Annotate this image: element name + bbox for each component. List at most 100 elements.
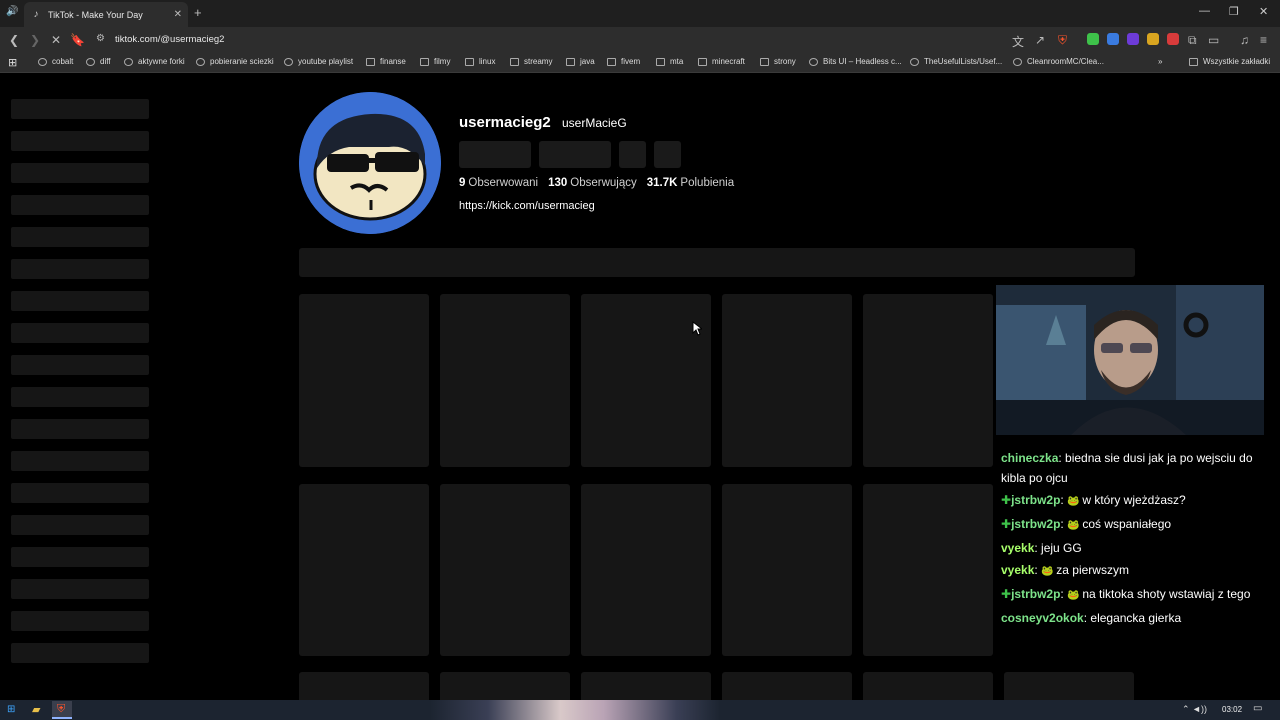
media-controls-icon[interactable]: ♫ [1240, 33, 1249, 47]
plus-icon[interactable]: + [194, 5, 202, 20]
chat-message: ✚jstrbw2p: 🐸 na tiktoka shoty wstawiaj z… [1001, 584, 1261, 606]
clock[interactable]: 03:02 [1222, 705, 1242, 714]
video-card-skeleton[interactable] [863, 294, 993, 467]
bookmark-label: Bits UI – Headless c... [823, 57, 902, 66]
bookmark-item[interactable]: cobalt [38, 57, 73, 66]
bookmark-item[interactable]: aktywne forki [124, 57, 185, 66]
likes-stat: 31.7K Polubienia [647, 177, 734, 189]
all-bookmarks[interactable]: Wszystkie zakładki [1189, 57, 1270, 66]
folder-icon [566, 57, 575, 66]
apps-icon[interactable]: ⊞ [8, 56, 17, 69]
bookmark-item[interactable]: linux [465, 57, 495, 66]
sidebar-icon[interactable]: ▭ [1208, 33, 1219, 47]
bookmark-item[interactable]: youtube playlist [284, 57, 353, 66]
folder-icon [465, 57, 474, 66]
bookmark-item[interactable]: minecraft [698, 57, 745, 66]
bookmark-item[interactable]: mta [656, 57, 683, 66]
folder-icon [656, 57, 665, 66]
mouse-cursor-icon [692, 321, 702, 336]
bookmark-item[interactable]: java [566, 57, 595, 66]
chat-username[interactable]: jstrbw2p [1011, 587, 1060, 601]
chat-message: cosneyv2okok: elegancka gierka [1001, 608, 1261, 628]
bookmark-label: fivem [621, 57, 641, 66]
extension-blue-icon[interactable] [1107, 33, 1119, 45]
extension-yellow-icon[interactable] [1147, 33, 1159, 45]
extension-green-icon[interactable] [1087, 33, 1099, 45]
video-card-skeleton[interactable] [863, 484, 993, 656]
browser-tab[interactable]: ♪ TikTok - Make Your Day ✕ [24, 2, 188, 27]
chat-username[interactable]: vyekk [1001, 541, 1034, 555]
chat-username[interactable]: cosneyv2okok [1001, 611, 1084, 625]
folder-icon [420, 57, 429, 66]
windows-start-icon[interactable]: ⊞ [7, 704, 15, 715]
followers-count: 130 [548, 177, 568, 189]
chat-message: vyekk: jeju GG [1001, 538, 1261, 558]
message-button-skeleton[interactable] [539, 141, 611, 168]
more-bookmarks-icon[interactable]: » [1158, 57, 1162, 66]
translate-icon[interactable]: 文 [1012, 33, 1024, 50]
bookmark-item[interactable]: TheUsefulLists/Usef... [910, 57, 1002, 66]
bookmark-item[interactable]: filmy [420, 57, 450, 66]
followers-stat[interactable]: 130 Obserwujący [548, 177, 637, 189]
sidebar-skeleton-item [11, 611, 149, 631]
chat-username[interactable]: vyekk [1001, 563, 1034, 577]
chat-username[interactable]: chineczka [1001, 451, 1058, 465]
video-card-skeleton[interactable] [299, 294, 429, 467]
link-icon [284, 57, 293, 66]
bookmark-label: strony [774, 57, 796, 66]
notifications-icon[interactable]: ▭ [1253, 703, 1262, 714]
bookmark-item[interactable]: Bits UI – Headless c... [809, 57, 902, 66]
stop-icon[interactable]: ✕ [51, 33, 61, 47]
chat-username[interactable]: jstrbw2p [1011, 517, 1060, 531]
bookmark-label: java [580, 57, 595, 66]
window-close-icon[interactable]: ✕ [1259, 5, 1268, 18]
video-card-skeleton[interactable] [299, 484, 429, 656]
video-card-skeleton[interactable] [440, 294, 570, 467]
bookmark-item[interactable]: finanse [366, 57, 406, 66]
close-icon[interactable]: ✕ [174, 9, 182, 20]
bookmark-item[interactable]: streamy [510, 57, 552, 66]
file-explorer-icon[interactable]: ▰ [32, 703, 40, 716]
following-stat[interactable]: 9 Obserwowani [459, 177, 538, 189]
extensions-icon[interactable]: ⧉ [1188, 33, 1197, 48]
url-field[interactable]: tiktok.com/@usermacieg2 [115, 34, 224, 45]
likes-label: Polubienia [680, 177, 735, 189]
video-card-skeleton[interactable] [581, 484, 711, 656]
extension-red-icon[interactable] [1167, 33, 1179, 45]
site-info-icon[interactable]: ⚙ [96, 33, 105, 44]
bio-link[interactable]: https://kick.com/usermacieg [459, 200, 595, 212]
restore-icon[interactable]: ❐ [1229, 5, 1239, 18]
forward-icon[interactable]: ❯ [30, 33, 40, 47]
video-card-skeleton[interactable] [581, 294, 711, 467]
brave-shield-icon[interactable]: ⛨ [1058, 33, 1067, 48]
link-icon [86, 57, 95, 66]
follow-button-skeleton[interactable] [459, 141, 531, 168]
tray-icons[interactable]: ⌃ ◄)) [1182, 704, 1207, 715]
sidebar-skeleton-item [11, 163, 149, 183]
bookmark-item[interactable]: strony [760, 57, 796, 66]
folder-icon [1189, 57, 1198, 66]
chat-message: vyekk: 🐸 za pierwszym [1001, 560, 1261, 582]
back-icon[interactable]: ❮ [9, 33, 19, 47]
chat-text: w który wjeżdżasz? [1082, 493, 1186, 507]
bookmark-item[interactable]: diff [86, 57, 111, 66]
profile-username: usermacieg2 [459, 114, 551, 131]
minimize-icon[interactable]: — [1199, 5, 1210, 17]
share-button-skeleton[interactable] [619, 141, 646, 168]
bookmark-item[interactable]: pobieranie sciezki [196, 57, 274, 66]
more-button-skeleton[interactable] [654, 141, 681, 168]
bookmark-icon[interactable]: 🔖 [70, 33, 85, 47]
video-card-skeleton[interactable] [440, 484, 570, 656]
bookmark-item[interactable]: CleanroomMC/Clea... [1013, 57, 1104, 66]
sidebar-skeleton-item [11, 291, 149, 311]
folder-icon [510, 57, 519, 66]
chat-username[interactable]: jstrbw2p [1011, 493, 1060, 507]
video-card-skeleton[interactable] [722, 484, 852, 656]
chat-message: ✚jstrbw2p: 🐸 coś wspaniałego [1001, 514, 1261, 536]
share-icon[interactable]: ↗ [1035, 33, 1045, 47]
bookmark-item[interactable]: fivem [607, 57, 640, 66]
video-card-skeleton[interactable] [722, 294, 852, 467]
speaker-icon[interactable]: 🔊 [6, 6, 18, 17]
extension-purple-icon[interactable] [1127, 33, 1139, 45]
menu-icon[interactable]: ≡ [1260, 33, 1267, 47]
